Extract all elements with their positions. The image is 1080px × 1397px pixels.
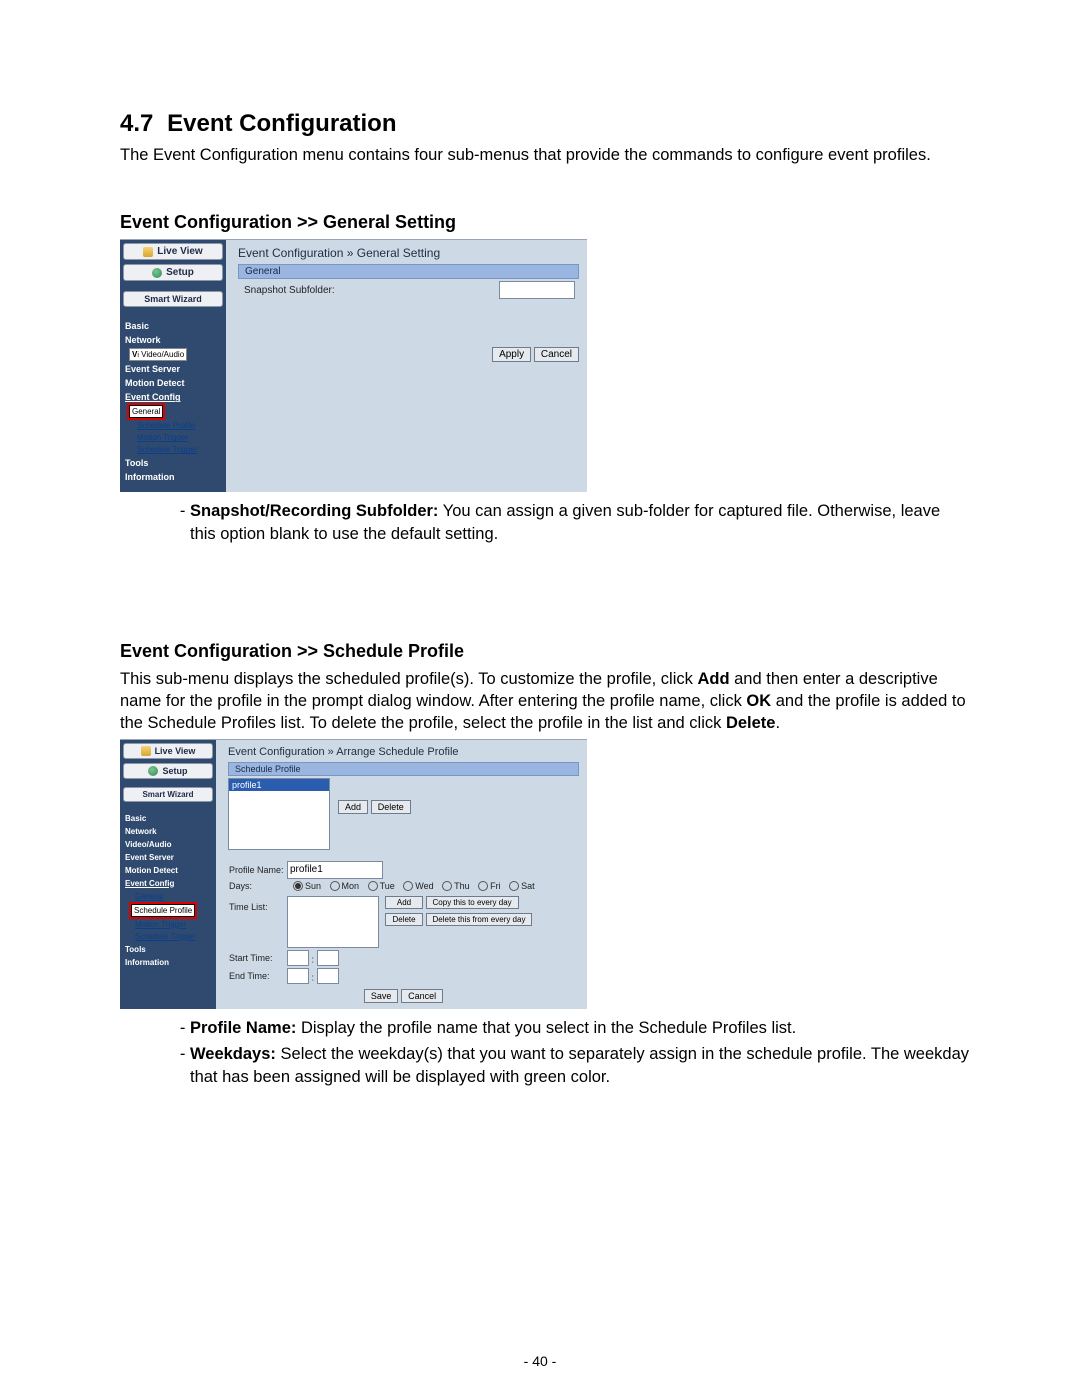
apply-button[interactable]: Apply — [492, 347, 531, 362]
camera-icon — [141, 746, 151, 756]
subsection-2-heading: Event Configuration >> Schedule Profile — [120, 641, 970, 662]
profile-row-1[interactable]: profile1 — [229, 779, 329, 791]
radio-tue[interactable] — [368, 881, 378, 891]
start-min-input[interactable] — [317, 950, 339, 966]
content-2: Event Configuration » Arrange Schedule P… — [216, 740, 587, 1010]
subsection-1-heading: Event Configuration >> General Setting — [120, 212, 970, 233]
radio-sat[interactable] — [509, 881, 519, 891]
smart-wizard-button-2[interactable]: Smart Wizard — [123, 787, 213, 802]
sidebar-item-motion-detect[interactable]: Motion Detect — [123, 376, 223, 390]
radio-mon[interactable] — [330, 881, 340, 891]
gear-icon — [152, 268, 162, 278]
sidebar-item-event-config[interactable]: Event Config — [123, 390, 223, 404]
event-config-sub-schedule-profile[interactable]: Schedule Profile — [135, 420, 223, 431]
radio-sun[interactable] — [293, 881, 303, 891]
setup-button-2[interactable]: Setup — [123, 763, 213, 779]
add-profile-button[interactable]: Add — [338, 800, 368, 814]
smart-wizard-button[interactable]: Smart Wizard — [123, 291, 223, 307]
sidebar-item-basic[interactable]: Basic — [123, 319, 223, 333]
sidebar-item-video-audio[interactable]: Vi Video/Audio — [129, 348, 187, 361]
delete-profile-button[interactable]: Delete — [371, 800, 411, 814]
sidebar-item-network[interactable]: Network — [123, 333, 223, 347]
ec2-motion-trigger[interactable]: Motion Trigger — [133, 919, 213, 930]
radio-fri[interactable] — [478, 881, 488, 891]
ec2-schedule-profile[interactable]: Schedule Profile — [131, 904, 195, 917]
sidebar2-basic[interactable]: Basic — [123, 812, 213, 825]
days-row: Sun Mon Tue Wed Thu Fri Sat — [286, 880, 536, 893]
sidebar2-tools[interactable]: Tools — [123, 943, 213, 956]
sidebar2-event-server[interactable]: Event Server — [123, 851, 213, 864]
breadcrumb-1: Event Configuration » General Setting — [238, 246, 579, 260]
time-delete-button[interactable]: Delete — [385, 913, 423, 926]
sidebar-item-tools[interactable]: Tools — [123, 456, 223, 470]
screenshot-general-setting: Live View Setup Smart Wizard Basic Netwo… — [120, 239, 587, 492]
start-hour-input[interactable] — [287, 950, 309, 966]
sidebar2-event-config[interactable]: Event Config — [123, 877, 213, 890]
panel-title-general: General — [238, 264, 579, 279]
section-heading: 4.7 Event Configuration — [120, 110, 970, 138]
cancel-button-2[interactable]: Cancel — [401, 989, 443, 1003]
bullets-1: Snapshot/Recording Subfolder: You can as… — [150, 500, 970, 545]
event-config-sub-general[interactable]: General — [129, 405, 163, 418]
time-delete-from-button[interactable]: Delete this from every day — [426, 913, 533, 926]
subsection-2-intro: This sub-menu displays the scheduled pro… — [120, 668, 970, 735]
radio-wed[interactable] — [403, 881, 413, 891]
section-number: 4.7 — [120, 110, 153, 137]
sidebar-1: Live View Setup Smart Wizard Basic Netwo… — [120, 240, 226, 492]
sidebar-2: Live View Setup Smart Wizard Basic Netwo… — [120, 740, 216, 1010]
ec2-schedule-trigger[interactable]: Schedule Trigger — [133, 931, 213, 942]
bullet-snapshot-subfolder: Snapshot/Recording Subfolder: You can as… — [190, 500, 970, 545]
sidebar2-information[interactable]: Information — [123, 956, 213, 969]
breadcrumb-2: Event Configuration » Arrange Schedule P… — [228, 746, 579, 758]
sidebar2-video-audio[interactable]: Video/Audio — [123, 838, 213, 851]
start-time-label: Start Time: — [228, 949, 286, 967]
event-config-sub-schedule-trigger[interactable]: Schedule Trigger — [135, 444, 223, 455]
screenshot-schedule-profile: Live View Setup Smart Wizard Basic Netwo… — [120, 739, 587, 1010]
ec2-general[interactable]: General — [133, 891, 213, 902]
time-copy-button[interactable]: Copy this to every day — [426, 896, 519, 909]
sidebar-item-information[interactable]: Information — [123, 470, 223, 484]
section-title: Event Configuration — [167, 110, 396, 137]
profile-name-label: Profile Name: — [228, 860, 286, 880]
days-label: Days: — [228, 880, 286, 893]
subfolder-label: Snapshot Subfolder: — [244, 285, 335, 296]
section-intro: The Event Configuration menu contains fo… — [120, 144, 970, 166]
bullet-profile-name: Profile Name: Display the profile name t… — [190, 1017, 970, 1039]
sidebar2-motion-detect[interactable]: Motion Detect — [123, 864, 213, 877]
save-button[interactable]: Save — [364, 989, 399, 1003]
profile-name-input[interactable] — [287, 861, 383, 879]
gear-icon — [148, 766, 158, 776]
profiles-listbox[interactable]: profile1 — [228, 778, 330, 850]
event-config-sub-motion-trigger[interactable]: Motion Trigger — [135, 432, 223, 443]
bullets-2: Profile Name: Display the profile name t… — [150, 1017, 970, 1088]
live-view-button[interactable]: Live View — [123, 243, 223, 260]
live-view-button-2[interactable]: Live View — [123, 743, 213, 759]
bullet-weekdays: Weekdays: Select the weekday(s) that you… — [190, 1043, 970, 1088]
radio-thu[interactable] — [442, 881, 452, 891]
sidebar-item-event-server[interactable]: Event Server — [123, 362, 223, 376]
end-time-label: End Time: — [228, 967, 286, 985]
sidebar2-network[interactable]: Network — [123, 825, 213, 838]
page-number: - 40 - — [0, 1353, 1080, 1369]
end-min-input[interactable] — [317, 968, 339, 984]
cancel-button[interactable]: Cancel — [534, 347, 579, 362]
setup-button[interactable]: Setup — [123, 264, 223, 281]
content-1: Event Configuration » General Setting Ge… — [226, 240, 587, 492]
camera-icon — [143, 247, 153, 257]
time-add-button[interactable]: Add — [385, 896, 423, 909]
time-list-box[interactable] — [287, 896, 379, 948]
end-hour-input[interactable] — [287, 968, 309, 984]
panel-title-schedule: Schedule Profile — [228, 762, 579, 776]
time-list-label: Time List: — [228, 892, 286, 949]
subfolder-input[interactable] — [499, 281, 575, 299]
